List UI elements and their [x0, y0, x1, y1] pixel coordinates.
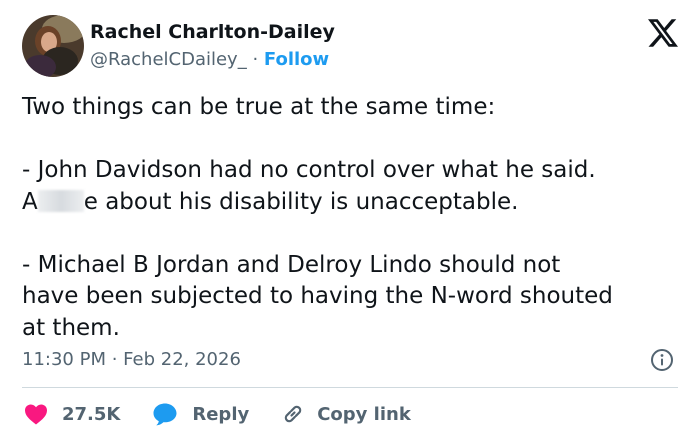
- tweet-line-start: A: [22, 188, 38, 215]
- heart-icon: [25, 404, 47, 425]
- tweet-line-censored: Ae about his disability is unacceptable.: [22, 187, 687, 219]
- avatar[interactable]: [22, 15, 84, 77]
- copy-link-label: Copy link: [317, 403, 411, 425]
- tweet-line: - John Davidson had no control over what…: [22, 157, 596, 183]
- author-handle-row: @RachelCDailey_ · Follow: [90, 49, 329, 70]
- tweet-line: at them.: [22, 314, 120, 341]
- tweet-line: - Michael B Jordan and Delroy Lindo shou…: [22, 251, 561, 278]
- like-button[interactable]: 27.5K: [24, 403, 120, 425]
- x-logo-icon[interactable]: [648, 19, 678, 47]
- info-icon[interactable]: [650, 348, 674, 372]
- tweet-line: Two things can be true at the same time:: [22, 94, 496, 120]
- reply-label: Reply: [192, 403, 250, 425]
- action-bar: 27.5K Reply Copy link: [24, 400, 411, 428]
- tweet-timestamp[interactable]: 11:30 PM · Feb 22, 2026: [22, 349, 241, 370]
- link-icon: [284, 405, 302, 423]
- author-name[interactable]: Rachel Charlton-Dailey: [90, 21, 335, 43]
- reply-bubble-icon: [153, 403, 177, 426]
- follow-button[interactable]: Follow: [264, 49, 329, 70]
- tweet-line: have been subjected to having the N-word…: [22, 283, 613, 309]
- tweet-line-end: e about his disability is unacceptable.: [83, 188, 519, 215]
- censor-blur: [37, 189, 84, 212]
- handle-separator: ·: [246, 49, 264, 70]
- divider: [22, 387, 678, 388]
- copy-link-button[interactable]: Copy link: [281, 402, 411, 426]
- reply-button[interactable]: Reply: [152, 402, 249, 426]
- tweet-text: Two things can be true at the same time:…: [22, 92, 687, 344]
- author-handle[interactable]: @RachelCDailey_: [90, 49, 247, 70]
- tweet-card: Rachel Charlton-Dailey @RachelCDailey_ ·…: [0, 0, 700, 440]
- like-count: 27.5K: [62, 403, 121, 425]
